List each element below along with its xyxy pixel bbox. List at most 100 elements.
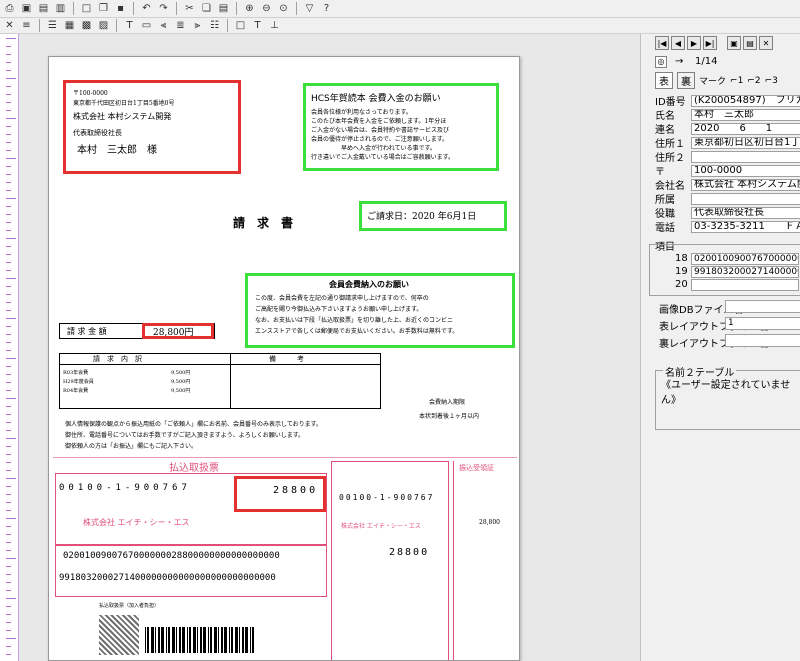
list-icon[interactable]: ☰ xyxy=(45,19,60,33)
field-input[interactable]: 株式会社 本村システム開 xyxy=(691,178,800,191)
mark-option-2[interactable]: ⌐2 xyxy=(747,76,760,86)
ruler-tick xyxy=(6,254,11,255)
ruler-tick xyxy=(6,158,16,159)
undo-icon[interactable]: ↶ xyxy=(139,2,154,16)
field-input[interactable]: 代表取締役社長 xyxy=(691,206,800,219)
image-icon[interactable]: ▨ xyxy=(96,19,111,33)
ruler-tick xyxy=(6,166,11,167)
field-input[interactable]: 東京都初日区初日台1丁目 xyxy=(691,136,800,149)
line-icon[interactable]: ⊥ xyxy=(267,19,282,33)
ruler-tick xyxy=(6,446,11,447)
ruler-tick xyxy=(6,502,11,503)
note-line: 御依頼人の方は「お振込」欄にもご記入下さい。 xyxy=(65,443,198,450)
prev-record-icon[interactable]: ◀ xyxy=(671,36,685,50)
slip-account: 00100-1-900767 xyxy=(59,483,191,493)
align-icon[interactable]: ≡ xyxy=(19,19,34,33)
help-icon[interactable]: ? xyxy=(319,2,334,16)
record-icon[interactable]: ◎ xyxy=(655,56,667,68)
mark-option-3[interactable]: ⌐3 xyxy=(765,76,778,86)
paste-icon[interactable]: ▤ xyxy=(216,2,231,16)
back-layout-input[interactable] xyxy=(725,334,800,347)
copy-icon[interactable]: ❏ xyxy=(199,2,214,16)
field-input[interactable]: 2020 6 1 xyxy=(691,122,800,135)
tab-front[interactable]: 表 xyxy=(655,72,673,89)
print-preview-icon[interactable]: ▣ xyxy=(19,2,34,16)
record-arrow-icon[interactable]: → xyxy=(675,56,683,67)
image-db-input[interactable] xyxy=(725,300,800,313)
detail-row-amount: 9,500円 xyxy=(171,388,191,394)
barcode-bar xyxy=(161,627,164,653)
save-disk-icon[interactable]: ▪ xyxy=(113,2,128,16)
align-left-icon[interactable]: ⫷ xyxy=(156,19,171,33)
toggle-view-icon[interactable]: ▣ xyxy=(727,36,741,50)
align-right-icon[interactable]: ⫸ xyxy=(190,19,205,33)
barcode-bar xyxy=(221,627,223,653)
notice1-title: HCS年賀読本 会費入金のお願い xyxy=(311,94,441,104)
request-date: ご請求日：2020 年6月1日 xyxy=(367,212,477,222)
filter-icon[interactable]: ▽ xyxy=(302,2,317,16)
ruler-tick xyxy=(6,422,11,423)
mark-option-1[interactable]: ⌐1 xyxy=(730,76,743,86)
field-label: ID番号 xyxy=(655,97,686,108)
save-record-icon[interactable]: ▤ xyxy=(743,36,757,50)
ruler-tick xyxy=(6,558,16,559)
save-icon[interactable]: ▥ xyxy=(53,2,68,16)
last-record-icon[interactable]: ▶| xyxy=(703,36,717,50)
field-input[interactable] xyxy=(691,192,800,205)
barcode-bar xyxy=(210,627,212,653)
text-icon[interactable]: T xyxy=(122,19,137,33)
company-name: 株式会社 本村システム開発 xyxy=(73,112,172,121)
zoom-in-icon[interactable]: ⊕ xyxy=(242,2,257,16)
barcode-bar xyxy=(182,627,185,653)
field-input[interactable]: 本村 三太郎 xyxy=(691,108,800,121)
ruler-tick xyxy=(6,398,16,399)
barcode-label: 払込取扱票（加入者負担） xyxy=(99,603,160,609)
print-icon[interactable]: ⎙ xyxy=(2,2,17,16)
align-justify-icon[interactable]: ☷ xyxy=(207,19,222,33)
field-input[interactable]: (K200054897) フリガナ xyxy=(691,94,800,107)
redo-icon[interactable]: ↷ xyxy=(156,2,171,16)
ruler-tick xyxy=(6,550,11,551)
cut-icon[interactable]: ✂ xyxy=(182,2,197,16)
item-value[interactable]: 02001009007670000002880 xyxy=(691,252,799,265)
ruler-tick xyxy=(6,342,11,343)
border-icon[interactable]: ▭ xyxy=(139,19,154,33)
field-row: 会社名 株式会社 本村システム開 xyxy=(655,178,800,192)
ruler-tick xyxy=(6,238,16,239)
item-value[interactable] xyxy=(691,278,799,291)
receipt-amount: 28,800 xyxy=(479,519,500,526)
zoom-fit-icon[interactable]: ⊙ xyxy=(276,2,291,16)
field-input[interactable]: 100-0000 xyxy=(691,164,800,177)
ruler-tick xyxy=(6,430,11,431)
document-canvas[interactable]: 〒100-0000 東京都千代田区初日台1丁目5番地0号 株式会社 本村システム… xyxy=(0,34,640,661)
front-layout-input[interactable]: 1 xyxy=(725,317,800,330)
select-icon[interactable]: ✕ xyxy=(2,19,17,33)
ruler-tick xyxy=(6,86,11,87)
new-doc-icon[interactable]: □ xyxy=(79,2,94,16)
field-input[interactable] xyxy=(691,150,800,163)
zoom-out-icon[interactable]: ⊖ xyxy=(259,2,274,16)
next-record-icon[interactable]: ▶ xyxy=(687,36,701,50)
grid-icon[interactable]: ▩ xyxy=(79,19,94,33)
align-center-icon[interactable]: ≣ xyxy=(173,19,188,33)
ruler-tick xyxy=(6,606,11,607)
ruler-tick xyxy=(6,526,11,527)
tab-back[interactable]: 裏 xyxy=(677,72,695,89)
ruler-tick xyxy=(6,382,11,383)
first-record-icon[interactable]: |◀ xyxy=(655,36,669,50)
table-icon[interactable]: ▦ xyxy=(62,19,77,33)
frame-icon[interactable]: □ xyxy=(233,19,248,33)
copy-doc-icon[interactable]: ❐ xyxy=(96,2,111,16)
qr-code xyxy=(99,615,139,655)
field-input[interactable]: 03-3235-3211 ＦＡ xyxy=(691,220,800,233)
open-icon[interactable]: ▤ xyxy=(36,2,51,16)
tab-mark[interactable]: マーク xyxy=(699,74,726,87)
invoice-page[interactable]: 〒100-0000 東京都千代田区初日台1丁目5番地0号 株式会社 本村システム… xyxy=(48,56,520,661)
notice1-line: このたび本年会費を入金をご依頼します。1年分ほ xyxy=(311,118,447,125)
barcode-bar xyxy=(224,627,227,653)
field-row: 電話 03-3235-3211 ＦＡ xyxy=(655,220,800,234)
text-box-icon[interactable]: T xyxy=(250,19,265,33)
item-value[interactable]: 99180320002714000000000 xyxy=(691,265,799,278)
close-icon[interactable]: ✕ xyxy=(759,36,773,50)
toolbar-separator xyxy=(133,2,134,15)
